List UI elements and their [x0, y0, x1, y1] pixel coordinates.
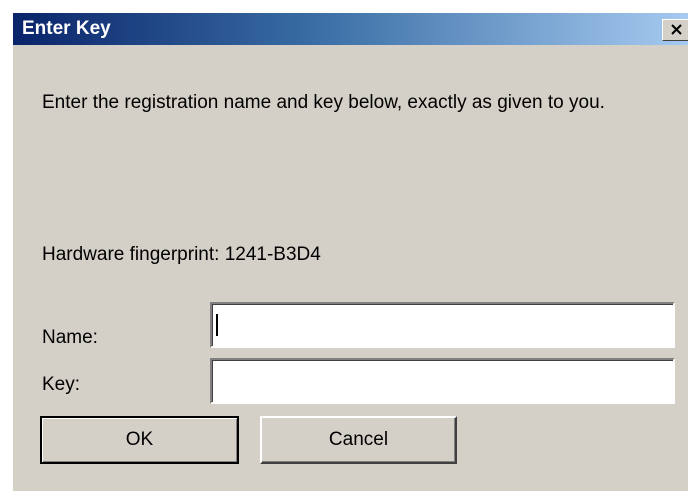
window-title: Enter Key [22, 18, 111, 39]
cancel-button[interactable]: Cancel [260, 416, 457, 464]
key-label: Key: [42, 374, 81, 395]
name-label: Name: [42, 327, 98, 348]
name-input[interactable] [210, 302, 675, 348]
enter-key-dialog: Enter Key Enter the registration name an… [12, 12, 688, 491]
text-caret [216, 314, 218, 336]
close-icon [671, 24, 682, 35]
close-button[interactable] [662, 19, 688, 41]
hardware-fingerprint: Hardware fingerprint: 1241-B3D4 [42, 244, 321, 265]
instructions-text: Enter the registration name and key belo… [42, 92, 605, 113]
ok-button[interactable]: OK [40, 416, 239, 464]
title-bar[interactable]: Enter Key [13, 13, 688, 45]
key-input[interactable] [210, 358, 675, 404]
